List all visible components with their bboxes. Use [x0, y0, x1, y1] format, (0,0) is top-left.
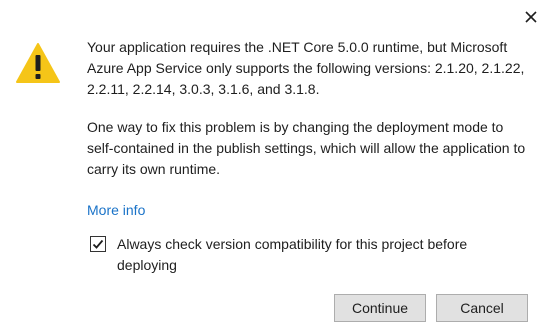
close-button[interactable]	[518, 4, 544, 30]
version-check-option: Always check version compatibility for t…	[87, 234, 527, 278]
checkmark-icon	[92, 239, 104, 249]
version-warning-dialog: Your application requires the .NET Core …	[0, 0, 550, 336]
version-check-checkbox[interactable]	[90, 236, 106, 252]
close-icon	[525, 11, 537, 23]
cancel-button[interactable]: Cancel	[436, 294, 528, 322]
more-info-link[interactable]: More info	[87, 200, 145, 220]
error-message: Your application requires the .NET Core …	[87, 39, 525, 97]
warning-icon	[16, 43, 60, 83]
version-check-label[interactable]: Always check version compatibility for t…	[117, 234, 522, 276]
continue-button[interactable]: Continue	[334, 294, 426, 322]
fix-suggestion: One way to fix this problem is by changi…	[87, 119, 526, 177]
